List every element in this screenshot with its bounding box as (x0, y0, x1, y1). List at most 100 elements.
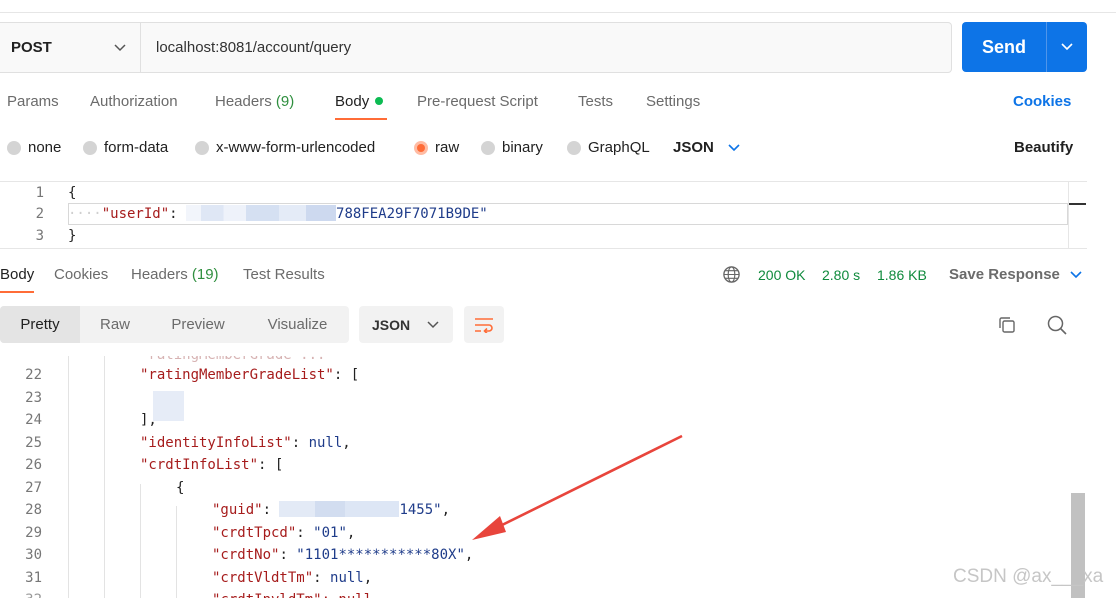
line-number: 31 (25, 569, 42, 586)
globe-icon[interactable] (722, 265, 741, 284)
line-number: 3 (35, 228, 44, 244)
json-key: "crdtNo" (212, 547, 280, 563)
save-response-button[interactable]: Save Response (949, 265, 1082, 285)
method-label: POST (11, 39, 52, 56)
language-select[interactable]: JSON (673, 137, 740, 159)
status-code[interactable]: 200 OK (758, 265, 805, 285)
response-tab-body[interactable]: Body (0, 265, 34, 285)
json-key: "crdtTpcd" (212, 524, 297, 541)
radio-raw-label: raw (435, 139, 460, 156)
json-null: null (308, 434, 343, 451)
json-key: "userId" (101, 206, 170, 222)
radio-binary-circle (481, 141, 495, 155)
json-null: null (330, 569, 364, 586)
view-raw[interactable]: Raw (80, 306, 150, 343)
response-tab-test-results[interactable]: Test Results (243, 265, 325, 285)
tab-prerequest-script[interactable]: Pre-request Script (417, 92, 538, 112)
chevron-down-icon (427, 320, 439, 328)
editor-line: 1 { (0, 182, 1070, 204)
response-tab-cookies[interactable]: Cookies (54, 265, 108, 285)
tab-headers-label: Headers (215, 93, 272, 110)
response-view-switcher: Pretty Raw Preview Visualize (0, 306, 349, 343)
code-line: 30 "crdtNo": "1101***********80X", (0, 544, 1070, 567)
copy-icon[interactable] (997, 315, 1017, 335)
tab-settings[interactable]: Settings (646, 92, 700, 112)
tab-authorization[interactable]: Authorization (90, 92, 178, 112)
line-code: ····"userId": 788FEA29F7071B9DE" (68, 205, 488, 222)
json-value: "01" (313, 524, 347, 541)
radio-none-circle (7, 141, 21, 155)
chevron-down-icon (1070, 271, 1082, 279)
line-number: 1 (35, 185, 44, 201)
redacted-value (279, 501, 400, 517)
editor-scrollbar[interactable] (1068, 182, 1088, 248)
send-label: Send (981, 37, 1026, 57)
json-key: "crdtVldtTm" (212, 569, 314, 586)
line-number: 26 (25, 457, 42, 473)
radio-binary[interactable]: binary (481, 137, 543, 159)
radio-none[interactable]: none (7, 137, 61, 159)
radio-urlencoded-label: x-www-form-urlencoded (216, 139, 376, 156)
tab-params[interactable]: Params (7, 92, 59, 112)
radio-raw[interactable]: raw (414, 137, 459, 159)
wrap-lines-button[interactable] (464, 306, 504, 343)
view-pretty[interactable]: Pretty (0, 306, 80, 343)
line-number: 24 (25, 412, 42, 428)
active-tab-underline (335, 118, 387, 120)
json-punct: : [ (258, 457, 284, 473)
json-punct: { (176, 479, 185, 496)
search-icon[interactable] (1046, 314, 1068, 336)
tab-headers[interactable]: Headers (9) (215, 92, 294, 112)
code-line: 31 "crdtVldtTm": null, (0, 567, 1070, 590)
url-input[interactable]: localhost:8081/account/query (156, 23, 351, 72)
send-button[interactable]: Send (962, 22, 1087, 72)
line-number: 22 (25, 367, 42, 383)
response-format-select[interactable]: JSON (359, 306, 453, 343)
line-number: 2 (35, 206, 44, 222)
view-preview[interactable]: Preview (150, 306, 246, 343)
language-label: JSON (673, 139, 714, 156)
json-key: "guid" (212, 502, 263, 518)
response-size[interactable]: 1.86 KB (877, 265, 927, 285)
tab-tests[interactable]: Tests (578, 92, 613, 112)
tab-body[interactable]: Body (335, 92, 384, 112)
send-options-button[interactable] (1047, 22, 1087, 72)
json-key: "ratingMemberGradeList" (140, 367, 334, 383)
json-value: 788FEA29F7071B9DE" (336, 206, 488, 222)
response-tab-underline (0, 291, 34, 293)
radio-form-data[interactable]: form-data (83, 137, 168, 159)
beautify-button[interactable]: Beautify (1014, 137, 1073, 159)
response-headers-count: (19) (191, 266, 219, 283)
radio-graphql[interactable]: GraphQL (567, 137, 650, 159)
json-key: "crdtInfoList" (140, 457, 259, 473)
radio-form-data-circle (83, 141, 97, 155)
radio-graphql-label: GraphQL (588, 139, 650, 156)
json-punct: , (342, 434, 351, 451)
response-time[interactable]: 2.80 s (822, 265, 860, 285)
watermark: CSDN @ax___xa (953, 566, 1104, 587)
response-format-label: JSON (372, 316, 411, 333)
json-key: "identityInfoList" (140, 434, 292, 451)
line-number: 28 (25, 502, 42, 518)
radio-raw-circle (414, 141, 428, 155)
radio-none-label: none (28, 139, 62, 156)
line-number: 30 (25, 547, 42, 563)
line-code: { (68, 185, 77, 201)
line-number: 23 (25, 389, 42, 406)
editor-scroll-marker (1069, 203, 1086, 205)
code-line: 23 (0, 387, 1070, 421)
line-number: 29 (25, 524, 42, 541)
tab-body-label: Body (335, 93, 370, 110)
response-tab-headers[interactable]: Headers (19) (131, 265, 219, 285)
view-visualize[interactable]: Visualize (246, 306, 349, 343)
request-body-editor[interactable]: 1 { 2 ····"userId": 788FEA29F7071B9DE" 3… (0, 181, 1088, 249)
body-indicator-dot (375, 97, 384, 105)
method-select[interactable]: POST (0, 23, 141, 72)
json-punct: , (346, 524, 356, 541)
radio-urlencoded-circle (195, 141, 209, 155)
radio-urlencoded[interactable]: x-www-form-urlencoded (195, 137, 375, 159)
line-number: 27 (25, 479, 42, 496)
code-line: 24], (0, 409, 1070, 432)
annotation-arrow-icon (472, 434, 683, 540)
cookies-link[interactable]: Cookies (1013, 92, 1071, 112)
